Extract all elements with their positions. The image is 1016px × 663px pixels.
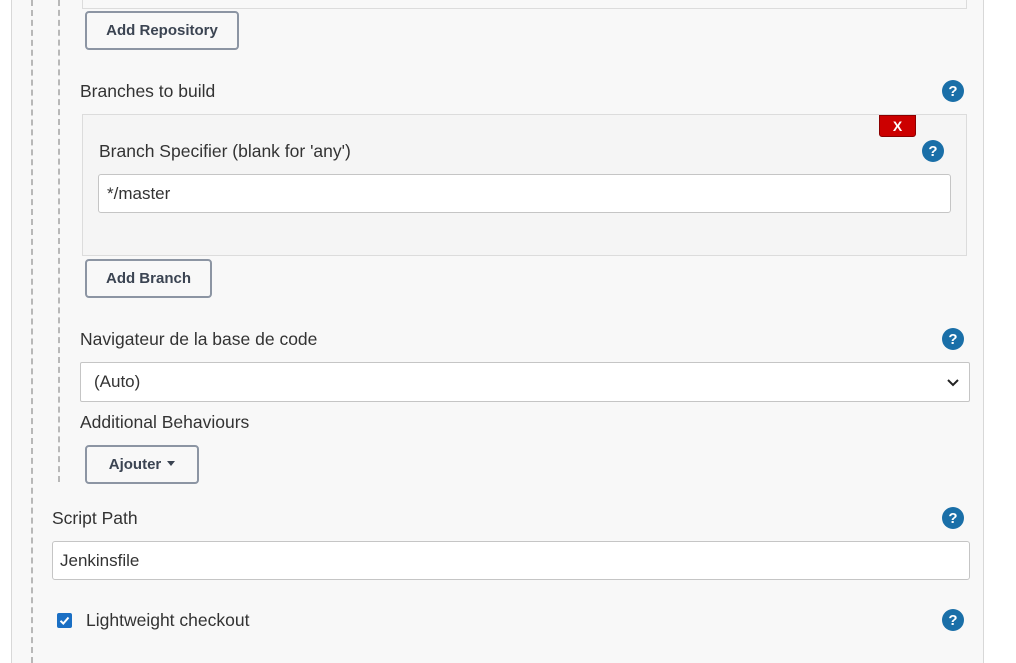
- caret-down-icon: [167, 461, 176, 466]
- scm-guide-line: [58, 0, 60, 482]
- help-branch-specifier-icon[interactable]: ?: [922, 140, 944, 162]
- repository-browser-label: Navigateur de la base de code: [80, 329, 318, 349]
- add-behaviour-label: Ajouter: [108, 456, 162, 473]
- repository-browser-selected: (Auto): [94, 372, 141, 391]
- chevron-down-icon: [947, 379, 959, 387]
- repository-browser-select[interactable]: (Auto): [80, 362, 970, 402]
- add-repository-button[interactable]: Add Repository: [85, 11, 239, 50]
- add-branch-button[interactable]: Add Branch: [85, 259, 212, 298]
- repository-box: [82, 0, 967, 9]
- lightweight-checkout-checkbox[interactable]: [57, 613, 72, 628]
- help-script-path-icon[interactable]: ?: [942, 507, 964, 529]
- delete-branch-button[interactable]: X: [879, 115, 916, 137]
- pipeline-config-page: Add Repository Branches to build ? X Bra…: [0, 0, 1016, 663]
- script-path-label: Script Path: [52, 508, 138, 528]
- add-behaviour-dropdown-button[interactable]: Ajouter: [85, 445, 199, 484]
- additional-behaviours-label: Additional Behaviours: [80, 412, 250, 432]
- help-browser-icon[interactable]: ?: [942, 328, 964, 350]
- branch-specifier-label: Branch Specifier (blank for 'any'): [99, 141, 351, 161]
- branches-to-build-label: Branches to build: [80, 81, 216, 101]
- section-guide-line: [31, 0, 33, 663]
- branch-specifier-input[interactable]: */master: [98, 174, 951, 213]
- help-lightweight-icon[interactable]: ?: [942, 609, 964, 631]
- checkmark-icon: [59, 616, 70, 625]
- lightweight-checkout-label: Lightweight checkout: [86, 610, 250, 630]
- help-branches-icon[interactable]: ?: [942, 80, 964, 102]
- script-path-input[interactable]: Jenkinsfile: [52, 541, 970, 580]
